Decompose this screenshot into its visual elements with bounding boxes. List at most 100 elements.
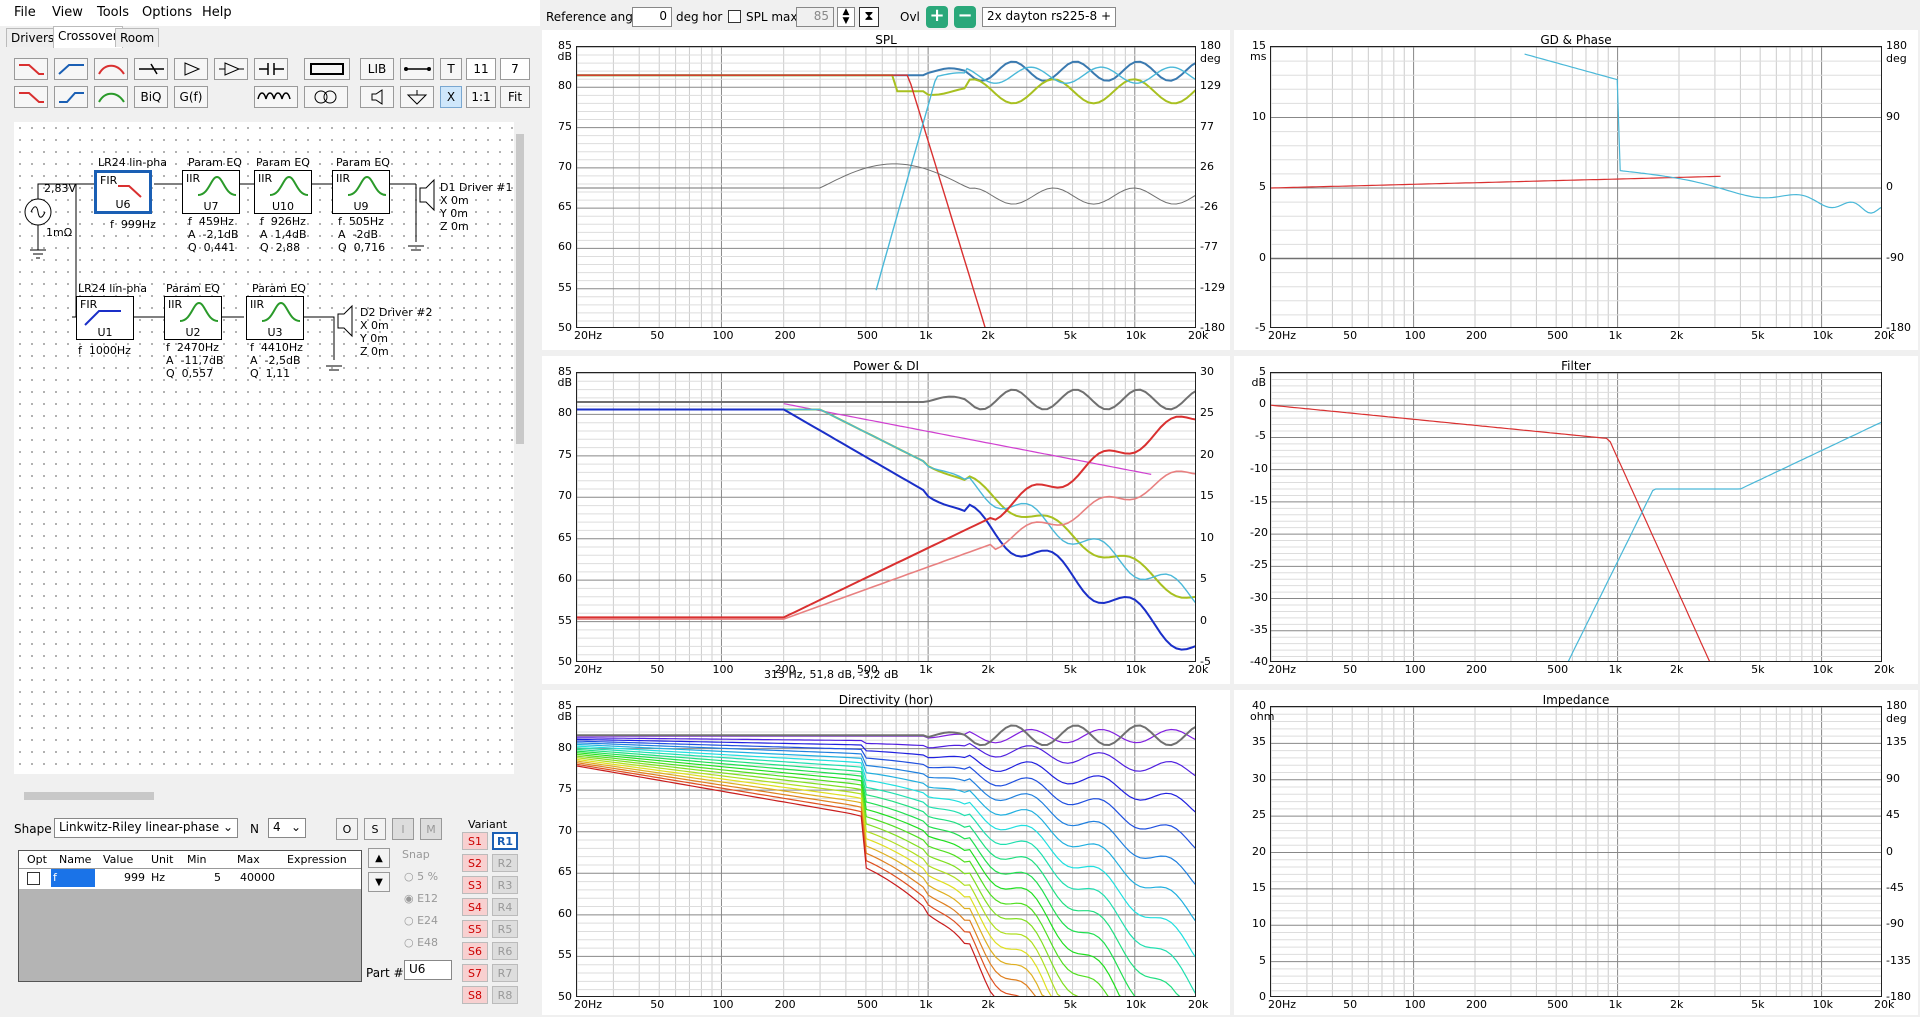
x-tick: 2k — [981, 329, 995, 342]
y2-tick: 45 — [1886, 808, 1900, 822]
x-tick: 10k — [1125, 998, 1147, 1011]
power-chart: Power & DI 20Hz 50 100 200 500 1k 2k 5k 10k 20k 85 8… — [542, 356, 1230, 684]
y2-tick: -90 — [1886, 250, 1904, 264]
y-tick: 80 — [558, 79, 572, 93]
y2-tick: 180 — [1200, 39, 1221, 52]
y-tick: 60 — [558, 572, 572, 586]
x-tick: 1k — [1608, 998, 1622, 1011]
y2-tick: 90 — [1886, 109, 1900, 123]
spl-title: SPL — [875, 33, 897, 47]
y2-tick: -26 — [1200, 200, 1218, 214]
x-tick: 5k — [1063, 663, 1077, 676]
y-tick: 65 — [558, 530, 572, 544]
x-tick: 10k — [1812, 998, 1833, 1011]
y2-tick: -5 — [1200, 655, 1211, 668]
filter-left-unit: dB — [1251, 376, 1266, 389]
x-tick: 1k — [1608, 329, 1622, 342]
y-tick: 80 — [558, 740, 572, 754]
x-tick: 100 — [1404, 998, 1426, 1011]
power-left-unit: dB — [557, 376, 572, 389]
x-tick: 20Hz — [1268, 998, 1297, 1011]
x-tick: 2k — [981, 663, 995, 676]
imp-right-unit: deg — [1886, 712, 1907, 725]
filter-svg — [1271, 373, 1881, 661]
x-tick: 500 — [1547, 329, 1569, 342]
y2-tick: -135 — [1886, 953, 1911, 967]
gd-left-unit: ms — [1250, 50, 1267, 63]
dir-left-unit: dB — [557, 710, 572, 723]
gd-right-unit: deg — [1886, 52, 1907, 65]
y2-tick: 90 — [1886, 771, 1900, 785]
x-tick: 100 — [1404, 329, 1426, 342]
x-tick: 2k — [1670, 329, 1684, 342]
x-tick: 10k — [1812, 329, 1833, 342]
y-tick: 5 — [1259, 953, 1266, 967]
x-tick: 500 — [1547, 998, 1569, 1011]
imp-plot-area — [1270, 706, 1882, 997]
y-tick: -5 — [1255, 321, 1266, 334]
y-tick: 15 — [1252, 880, 1266, 894]
y-tick: 25 — [1252, 808, 1266, 822]
y2-tick: 10 — [1200, 530, 1214, 544]
x-tick: 5k — [1063, 998, 1077, 1011]
y-tick: 10 — [1252, 917, 1266, 931]
gd-title: GD & Phase — [1540, 33, 1612, 47]
power-title: Power & DI — [852, 359, 920, 373]
y-tick: 55 — [558, 280, 572, 294]
x-tick: 50 — [1343, 663, 1358, 676]
y-tick: 75 — [558, 119, 572, 133]
y-tick: 55 — [558, 948, 572, 962]
y2-tick: -129 — [1200, 280, 1225, 294]
x-tick: 5k — [1751, 329, 1765, 342]
gd-cyan-curve — [1524, 53, 1881, 214]
x-tick: 1k — [919, 329, 933, 342]
y-tick: -35 — [1250, 622, 1268, 636]
y2-tick: -45 — [1886, 880, 1904, 894]
gd-red-curve — [1271, 175, 1721, 189]
y-tick: 50 — [558, 321, 572, 334]
y-tick: 65 — [558, 865, 572, 879]
x-tick: 200 — [774, 998, 796, 1011]
y-tick: 0 — [1259, 990, 1266, 1003]
spl-plot-area — [576, 46, 1196, 328]
x-tick: 5k — [1063, 329, 1077, 342]
x-tick: 100 — [712, 998, 734, 1011]
y2-tick: -180 — [1886, 990, 1911, 1003]
x-tick: 500 — [1547, 663, 1569, 676]
filter-chart: Filter 20Hz 50 100 200 500 1k 2k 5k 10k 20k 5 0 -5 -10… — [1234, 356, 1918, 684]
y-tick: -10 — [1250, 461, 1268, 475]
y2-tick: -180 — [1200, 321, 1225, 334]
filter-plot-area — [1270, 372, 1882, 662]
x-tick: 2k — [1670, 998, 1684, 1011]
x-tick: 20Hz — [1268, 329, 1297, 342]
y2-tick: 5 — [1200, 572, 1207, 586]
dir-svg — [577, 707, 1195, 996]
x-tick: 20k — [1874, 663, 1895, 676]
spl-chart: SPL 20Hz 50 100 200 500 1k 2k 5k 10k 20k 85 80 75 70 65… — [542, 30, 1230, 350]
y-tick: 80 — [558, 406, 572, 420]
x-tick: 50 — [650, 329, 665, 342]
imp-title: Impedance — [1542, 693, 1610, 707]
x-tick: 5k — [1751, 998, 1765, 1011]
x-tick: 5k — [1751, 663, 1765, 676]
x-tick: 20Hz — [1268, 663, 1297, 676]
y-tick: 70 — [558, 823, 572, 837]
gd-svg — [1271, 47, 1881, 327]
x-tick: 500 — [856, 329, 878, 342]
gd-plot-area — [1270, 46, 1882, 328]
y-tick: 0 — [1259, 250, 1266, 264]
y2-tick: 0 — [1200, 613, 1207, 627]
x-tick: 20Hz — [574, 329, 603, 342]
x-tick: 10k — [1812, 663, 1833, 676]
y2-tick: -90 — [1886, 917, 1904, 931]
y-tick: 75 — [558, 782, 572, 796]
y2-tick: 77 — [1200, 119, 1214, 133]
y2-tick: -77 — [1200, 240, 1218, 254]
x-tick: 200 — [774, 329, 796, 342]
x-tick: 50 — [1343, 998, 1358, 1011]
x-tick: 1k — [919, 998, 933, 1011]
x-tick: 50 — [650, 998, 665, 1011]
x-tick: 1k — [1608, 663, 1622, 676]
y-tick: 50 — [558, 655, 572, 668]
y-tick: 75 — [558, 447, 572, 461]
